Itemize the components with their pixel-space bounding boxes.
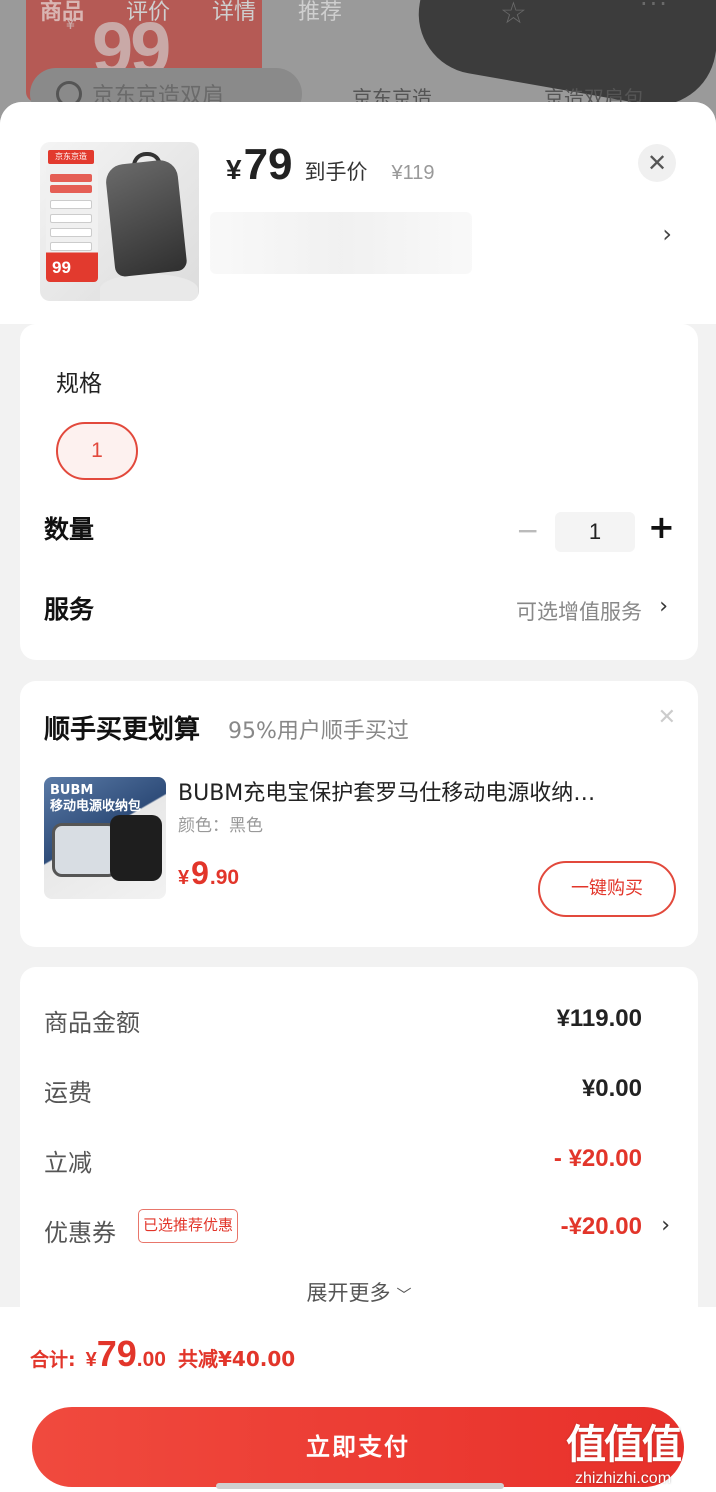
thumbnail-plinth <box>100 274 198 301</box>
addon-product-image[interactable]: BUBM 移动电源收纳包 <box>44 777 166 899</box>
thumbnail-line <box>50 242 92 251</box>
quantity-decrease-button[interactable]: − <box>516 514 539 547</box>
total-row: 合计: ¥ 79 .00 共减¥40.00 <box>30 1333 295 1375</box>
addon-price-currency: ¥ <box>178 867 190 889</box>
purchase-sheet: 京东京造 99 ¥ 79 到手价 ¥119 ✕ › 规格 1 数量 − 1 + <box>0 102 716 1492</box>
addon-pouch-shape <box>110 815 162 881</box>
discount-label: 立减 <box>44 1149 92 1177</box>
options-card: 规格 1 数量 − 1 + 服务 可选增值服务 › <box>20 324 698 660</box>
price-currency: ¥ <box>226 154 242 185</box>
total-saved: 共减¥40.00 <box>177 1347 296 1371</box>
background-tab: 推荐 <box>298 0 343 25</box>
addon-case-shape <box>52 823 118 877</box>
goods-amount-label: 商品金额 <box>44 1009 140 1037</box>
watermark: 值值值 zhizhizhi.com <box>566 1412 682 1488</box>
chevron-right-icon[interactable]: › <box>659 594 668 619</box>
coupon-label: 优惠券 <box>44 1219 116 1247</box>
addon-image-text: BUBM 移动电源收纳包 <box>50 783 142 814</box>
service-label: 服务 <box>44 595 95 624</box>
blurred-title <box>210 212 472 274</box>
background-tab: 商品 <box>40 0 85 25</box>
thumbnail-line <box>50 174 92 182</box>
backpack-image <box>104 158 188 278</box>
thumbnail-line <box>50 185 92 193</box>
spec-label: 规格 <box>56 371 102 397</box>
final-price: 79 <box>243 140 293 189</box>
star-icon: ☆ <box>500 0 527 31</box>
watermark-url: zhizhizhi.com <box>574 1470 672 1487</box>
addon-price-int: 9 <box>191 855 209 891</box>
coupon-tag: 已选推荐优惠 <box>138 1209 239 1243</box>
chevron-right-icon[interactable]: › <box>661 1213 670 1238</box>
expand-more-label: 展开更多 <box>306 1281 391 1305</box>
spec-option-chip[interactable]: 1 <box>56 422 138 480</box>
more-icon: ··· <box>640 0 669 18</box>
quantity-increase-button[interactable]: + <box>648 508 675 546</box>
addon-title: 顺手买更划算 <box>44 715 201 745</box>
one-click-buy-button[interactable]: 一键购买 <box>538 861 676 917</box>
total-int: 79 <box>96 1333 137 1374</box>
close-button[interactable]: ✕ <box>638 144 676 182</box>
addon-product-name[interactable]: BUBM充电宝保护套罗马仕移动电源收纳… <box>178 775 678 807</box>
service-value[interactable]: 可选增值服务 <box>516 596 642 626</box>
shipping-value: ¥0.00 <box>581 1075 642 1102</box>
close-icon: ✕ <box>646 149 668 177</box>
addon-product-color: 颜色：黑色 <box>178 816 263 836</box>
quantity-label: 数量 <box>44 515 95 544</box>
thumbnail-price: 99 <box>52 258 71 277</box>
chevron-down-icon: ﹀ <box>396 1286 412 1304</box>
price-tag: 到手价 <box>304 160 368 184</box>
thumbnail-line <box>50 200 92 209</box>
background-tabs: 商品 评价 详情 推荐 <box>40 0 342 26</box>
close-icon[interactable]: ✕ <box>658 705 676 730</box>
shipping-label: 运费 <box>44 1079 92 1107</box>
addon-card: 顺手买更划算 95%用户顺手买过 ✕ BUBM 移动电源收纳包 BUBM充电宝保护… <box>20 681 698 947</box>
coupon-value[interactable]: -¥20.00 <box>561 1213 642 1241</box>
total-label: 合计: <box>30 1349 76 1371</box>
chevron-right-icon[interactable]: › <box>662 220 672 248</box>
addon-price: ¥ 9 .90 <box>178 855 239 892</box>
discount-value: - ¥20.00 <box>553 1145 642 1172</box>
home-indicator <box>216 1483 504 1489</box>
thumbnail-brand: 京东京造 <box>48 150 94 164</box>
watermark-logo: 值值值 <box>566 1422 682 1468</box>
quantity-input[interactable]: 1 <box>555 512 635 552</box>
background-tab: 评价 <box>126 0 171 25</box>
thumbnail-line <box>50 228 92 237</box>
sheet-header: 京东京造 99 ¥ 79 到手价 ¥119 ✕ › <box>0 102 716 324</box>
goods-amount-value: ¥119.00 <box>556 1005 642 1032</box>
product-thumbnail[interactable]: 京东京造 99 <box>40 142 199 301</box>
total-dec: .00 <box>136 1348 166 1371</box>
background-tab: 详情 <box>212 0 257 25</box>
thumbnail-line <box>50 214 92 223</box>
expand-more-button[interactable]: 展开更多 ﹀ <box>20 1277 698 1307</box>
addon-subtitle: 95%用户顺手买过 <box>228 719 409 744</box>
addon-price-dec: .90 <box>209 866 240 889</box>
price-row: ¥ 79 到手价 ¥119 <box>226 140 435 190</box>
total-currency: ¥ <box>85 1349 97 1371</box>
original-price: ¥119 <box>391 162 435 184</box>
